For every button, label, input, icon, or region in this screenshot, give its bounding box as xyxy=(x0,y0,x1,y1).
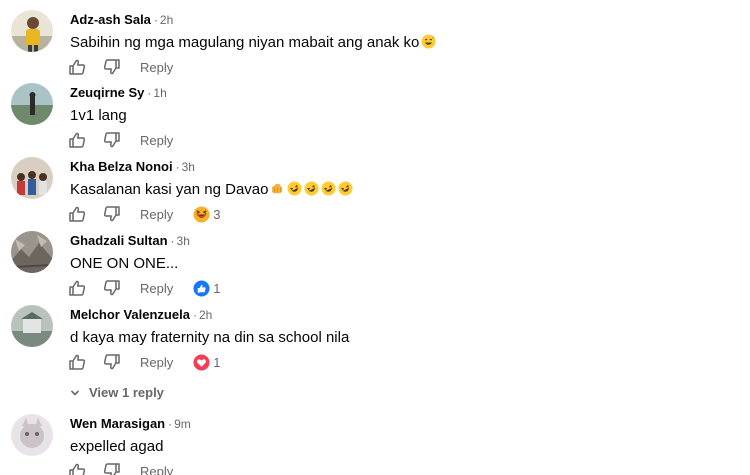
comment-author[interactable]: Adz-ash Sala xyxy=(70,12,151,27)
comment-item: Kha Belza Nonoi · 3h Kasalanan kasi yan ng… xyxy=(0,147,750,223)
reply-button[interactable]: Reply xyxy=(140,133,173,148)
reply-button[interactable]: Reply xyxy=(140,355,173,370)
like-outline-icon[interactable] xyxy=(68,462,86,475)
comment-item: Adz-ash Sala · 2h Sabihin ng mga magulang … xyxy=(0,0,750,75)
comment-text: 1v1 lang xyxy=(70,107,127,124)
comments-section: Adz-ash Sala · 2h Sabihin ng mga magulang … xyxy=(0,0,750,475)
comment-item: Ghadzali Sultan · 3h ONE ON ONE... Reply 1 xyxy=(0,221,750,297)
view-replies-label: View 1 reply xyxy=(89,385,164,400)
comment-text: ONE ON ONE... xyxy=(70,255,179,272)
comment-text: Sabihin ng mga magulang niyan mabait ang… xyxy=(70,33,436,53)
avatar[interactable] xyxy=(11,414,53,456)
comment-author[interactable]: Melchor Valenzuela xyxy=(70,307,190,322)
comment-time[interactable]: 2h xyxy=(160,13,173,27)
reply-button[interactable]: Reply xyxy=(140,281,173,296)
reaction-count: 3 xyxy=(213,206,221,222)
comment-actions: Reply xyxy=(68,461,193,475)
comment-time[interactable]: 9m xyxy=(174,417,191,431)
comment-author[interactable]: Zeuqirne Sy xyxy=(70,85,144,100)
comment-item: Zeuqirne Sy · 1h 1v1 lang Reply xyxy=(0,73,750,148)
reaction-count: 1 xyxy=(213,280,221,296)
reaction-summary[interactable]: 3 xyxy=(193,205,221,223)
comment-author[interactable]: Wen Marasigan xyxy=(70,416,165,431)
avatar[interactable] xyxy=(11,231,53,273)
comment-author[interactable]: Ghadzali Sultan xyxy=(70,233,168,248)
love-icon xyxy=(193,353,210,371)
comment-author[interactable]: Kha Belza Nonoi xyxy=(70,159,173,174)
comment-time[interactable]: 3h xyxy=(182,160,195,174)
comment-item: Wen Marasigan · 9m expelled agad Reply xyxy=(0,404,750,475)
avatar[interactable] xyxy=(11,157,53,199)
avatar[interactable] xyxy=(11,10,53,52)
reaction-summary[interactable]: 1 xyxy=(193,279,221,297)
reply-button[interactable]: Reply xyxy=(140,207,173,222)
like-icon xyxy=(193,279,210,297)
avatar[interactable] xyxy=(11,305,53,347)
comment-text: d kaya may fraternity na din sa school n… xyxy=(70,329,350,346)
grin-sweat-emoji-icon xyxy=(421,34,436,49)
comment-text: expelled agad xyxy=(70,438,164,455)
reaction-summary[interactable]: 1 xyxy=(193,353,221,371)
haha-icon xyxy=(193,205,210,223)
rofl-emoji-icon xyxy=(338,181,353,196)
reaction-count: 1 xyxy=(213,354,221,370)
view-replies-link[interactable]: View 1 reply xyxy=(70,384,164,402)
comment-time[interactable]: 3h xyxy=(177,234,190,248)
rofl-emoji-icon xyxy=(304,181,319,196)
rofl-emoji-icon xyxy=(321,181,336,196)
rofl-emoji-icon xyxy=(287,181,302,196)
comment-actions: Reply 1 xyxy=(68,352,220,372)
dislike-outline-icon[interactable] xyxy=(103,353,121,371)
comment-item: Melchor Valenzuela · 2h d kaya may fratern… xyxy=(0,295,750,372)
like-outline-icon[interactable] xyxy=(68,353,86,371)
chevron-down-icon xyxy=(70,390,80,396)
fist-emoji-icon xyxy=(272,183,283,194)
avatar[interactable] xyxy=(11,83,53,125)
reply-button[interactable]: Reply xyxy=(140,464,173,475)
comment-text: Kasalanan kasi yan ng Davao xyxy=(70,180,353,200)
dislike-outline-icon[interactable] xyxy=(103,462,121,475)
comment-time[interactable]: 2h xyxy=(199,308,212,322)
comment-time[interactable]: 1h xyxy=(153,86,166,100)
